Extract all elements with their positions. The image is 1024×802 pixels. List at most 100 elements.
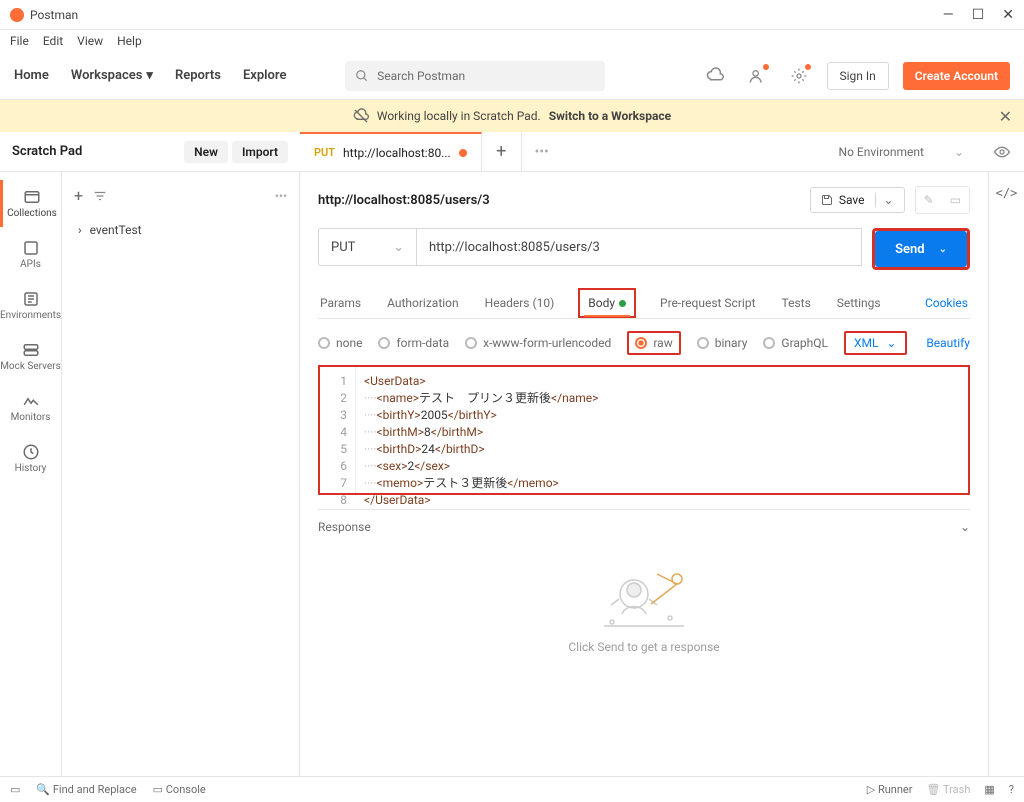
- response-label: Response: [318, 520, 371, 534]
- trash-button[interactable]: 🗑 Trash: [927, 783, 971, 796]
- save-icon: [821, 194, 833, 206]
- rail-mock-servers[interactable]: Mock Servers: [0, 333, 61, 380]
- nav-reports[interactable]: Reports: [175, 68, 221, 83]
- response-header[interactable]: Response ⌄: [318, 509, 970, 544]
- nav-home[interactable]: Home: [14, 68, 49, 83]
- sidebar-toggle-icon[interactable]: ▭: [10, 783, 20, 796]
- add-collection-icon[interactable]: +: [74, 186, 83, 205]
- chevron-right-icon: ›: [78, 223, 82, 237]
- scratchpad-title: Scratch Pad: [12, 144, 82, 159]
- tab-params[interactable]: Params: [318, 288, 363, 318]
- astronaut-icon: [594, 554, 694, 634]
- unsaved-indicator: [459, 149, 467, 157]
- invite-icon[interactable]: [743, 62, 771, 90]
- rail-history[interactable]: History: [0, 435, 61, 482]
- menu-help[interactable]: Help: [117, 34, 142, 48]
- minimize-icon[interactable]: —: [943, 7, 954, 23]
- environment-select[interactable]: No Environment ⌄: [825, 144, 1024, 160]
- layout-icon[interactable]: ▦: [984, 783, 994, 796]
- request-tabs: Params Authorization Headers (10) Body P…: [318, 288, 970, 319]
- search-placeholder: Search Postman: [377, 69, 465, 83]
- url-input[interactable]: http://localhost:8085/users/3: [416, 228, 862, 266]
- chevron-down-icon: ▾: [146, 68, 153, 83]
- cookies-link[interactable]: Cookies: [923, 288, 970, 318]
- topbar: Home Workspaces▾ Reports Explore Search …: [0, 52, 1024, 100]
- maximize-icon[interactable]: ☐: [972, 7, 985, 23]
- body-formdata[interactable]: form-data: [378, 336, 449, 350]
- body-binary[interactable]: binary: [697, 336, 748, 350]
- menu-view[interactable]: View: [77, 34, 103, 48]
- tab-body[interactable]: Body: [578, 288, 636, 318]
- method-select[interactable]: PUT⌄: [318, 228, 416, 266]
- beautify-button[interactable]: Beautify: [926, 336, 970, 350]
- create-account-button[interactable]: Create Account: [903, 62, 1010, 90]
- console-button[interactable]: ▭ Console: [153, 783, 206, 796]
- search-icon: [355, 69, 369, 83]
- menubar: File Edit View Help: [0, 30, 1024, 52]
- add-tab-button[interactable]: +: [482, 132, 522, 172]
- rail-apis[interactable]: APIs: [0, 231, 61, 278]
- edit-icon[interactable]: ✎: [916, 187, 942, 213]
- find-replace-button[interactable]: 🔍 Find and Replace: [36, 783, 136, 796]
- send-button[interactable]: Send⌄: [875, 231, 967, 267]
- comment-icon[interactable]: ▭: [942, 187, 969, 213]
- line-gutter: 12345678: [320, 367, 356, 493]
- tab-tests[interactable]: Tests: [780, 288, 813, 318]
- runner-button[interactable]: ▷ Runner: [867, 783, 913, 796]
- chevron-down-icon[interactable]: ⌄: [875, 193, 894, 207]
- tab-authorization[interactable]: Authorization: [385, 288, 461, 318]
- body-raw[interactable]: raw: [627, 331, 680, 355]
- code-editor[interactable]: 12345678 <UserData> ····<name>テスト プリン３更新…: [318, 365, 970, 495]
- code-view-icon[interactable]: </>: [996, 186, 1018, 794]
- filter-icon[interactable]: [93, 189, 107, 203]
- chevron-down-icon: ⌄: [954, 145, 964, 159]
- chevron-down-icon: ⌄: [886, 336, 896, 350]
- modified-dot: [619, 300, 626, 307]
- rail-collections[interactable]: Collections: [0, 180, 61, 227]
- menu-file[interactable]: File: [10, 34, 29, 48]
- eye-icon[interactable]: [994, 144, 1010, 160]
- request-title: http://localhost:8085/users/3: [318, 193, 800, 208]
- view-controls: ✎▭: [915, 186, 970, 214]
- rail-environments[interactable]: Environments: [0, 282, 61, 329]
- tree-item-label: eventTest: [90, 223, 142, 237]
- tab-prerequest[interactable]: Pre-request Script: [658, 288, 757, 318]
- tab-method: PUT: [314, 146, 335, 159]
- nav-explore[interactable]: Explore: [243, 68, 287, 83]
- chevron-down-icon: ⌄: [960, 520, 970, 534]
- banner-text: Working locally in Scratch Pad.: [377, 109, 541, 123]
- app-title: Postman: [30, 8, 943, 22]
- titlebar: Postman — ☐ ✕: [0, 0, 1024, 30]
- body-xwww[interactable]: x-www-form-urlencoded: [465, 336, 611, 350]
- nav-workspaces[interactable]: Workspaces▾: [71, 68, 153, 83]
- body-graphql[interactable]: GraphQL: [763, 336, 828, 350]
- import-button[interactable]: Import: [232, 141, 288, 163]
- tab-headers[interactable]: Headers (10): [483, 288, 557, 318]
- banner: Working locally in Scratch Pad. Switch t…: [0, 100, 1024, 132]
- chevron-down-icon[interactable]: ⌄: [939, 244, 947, 255]
- tree-item[interactable]: › eventTest: [70, 219, 291, 241]
- close-icon[interactable]: ✕: [1002, 7, 1014, 23]
- rail-monitors[interactable]: Monitors: [0, 384, 61, 431]
- cloud-off-icon: [353, 108, 369, 124]
- body-format-select[interactable]: XML⌄: [844, 331, 907, 355]
- settings-icon[interactable]: [785, 62, 813, 90]
- signin-button[interactable]: Sign In: [827, 62, 889, 90]
- body-none[interactable]: none: [318, 336, 362, 350]
- save-button[interactable]: Save⌄: [810, 187, 905, 213]
- status-bar: ▭ 🔍 Find and Replace ▭ Console ▷ Runner …: [0, 776, 1024, 802]
- tab-options[interactable]: •••: [522, 132, 562, 172]
- code-content[interactable]: <UserData> ····<name>テスト プリン３更新後</name> …: [356, 367, 606, 493]
- help-icon[interactable]: ?: [1009, 783, 1014, 796]
- menu-edit[interactable]: Edit: [43, 34, 63, 48]
- request-tab[interactable]: PUT http://localhost:80...: [300, 132, 482, 172]
- body-types: none form-data x-www-form-urlencoded raw…: [318, 331, 970, 355]
- cloud-icon[interactable]: [701, 62, 729, 90]
- search-input[interactable]: Search Postman: [345, 61, 605, 91]
- sidebar-options[interactable]: •••: [275, 189, 287, 203]
- new-button[interactable]: New: [184, 141, 228, 163]
- tab-settings[interactable]: Settings: [835, 288, 883, 318]
- banner-link[interactable]: Switch to a Workspace: [549, 109, 671, 123]
- banner-close-icon[interactable]: ✕: [999, 107, 1012, 126]
- postman-logo: [10, 8, 24, 22]
